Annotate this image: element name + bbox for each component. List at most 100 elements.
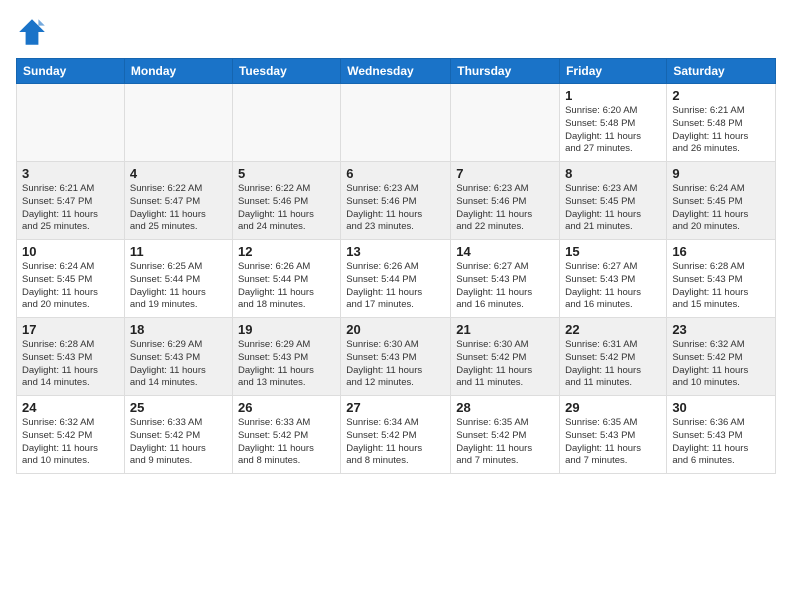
calendar-day-cell: 28 Sunrise: 6:35 AM Sunset: 5:42 PM Dayli… xyxy=(451,396,560,474)
calendar-week-row: 17Sunrise: 6:28 AM Sunset: 5:43 PM Dayli… xyxy=(17,318,776,396)
header xyxy=(16,16,776,48)
calendar-day-cell: 29Sunrise: 6:35 AM Sunset: 5:43 PM Dayli… xyxy=(560,396,667,474)
calendar-day-cell: 15 Sunrise: 6:27 AM Sunset: 5:43 PM Dayli… xyxy=(560,240,667,318)
calendar-day-cell xyxy=(17,84,125,162)
calendar-day-cell: 10 Sunrise: 6:24 AM Sunset: 5:45 PM Dayli… xyxy=(17,240,125,318)
day-number: 3 xyxy=(22,166,119,181)
day-number: 18 xyxy=(130,322,227,337)
day-info: Sunrise: 6:35 AM Sunset: 5:43 PM Dayligh… xyxy=(565,417,661,468)
day-info: Sunrise: 6:21 AM Sunset: 5:47 PM Dayligh… xyxy=(22,183,119,234)
day-info: Sunrise: 6:24 AM Sunset: 5:45 PM Dayligh… xyxy=(22,261,119,312)
day-info: Sunrise: 6:31 AM Sunset: 5:42 PM Dayligh… xyxy=(565,339,661,390)
day-number: 28 xyxy=(456,400,554,415)
page: SundayMondayTuesdayWednesdayThursdayFrid… xyxy=(0,0,792,612)
day-number: 12 xyxy=(238,244,335,259)
calendar-day-header: Wednesday xyxy=(341,59,451,84)
day-info: Sunrise: 6:28 AM Sunset: 5:43 PM Dayligh… xyxy=(22,339,119,390)
calendar-day-header: Friday xyxy=(560,59,667,84)
day-info: Sunrise: 6:22 AM Sunset: 5:47 PM Dayligh… xyxy=(130,183,227,234)
day-info: Sunrise: 6:35 AM Sunset: 5:42 PM Dayligh… xyxy=(456,417,554,468)
calendar-day-cell: 2 Sunrise: 6:21 AM Sunset: 5:48 PM Daylig… xyxy=(667,84,776,162)
day-number: 6 xyxy=(346,166,445,181)
day-number: 27 xyxy=(346,400,445,415)
calendar-week-row: 24 Sunrise: 6:32 AM Sunset: 5:42 PM Dayli… xyxy=(17,396,776,474)
calendar-day-cell: 21 Sunrise: 6:30 AM Sunset: 5:42 PM Dayli… xyxy=(451,318,560,396)
day-info: Sunrise: 6:23 AM Sunset: 5:46 PM Dayligh… xyxy=(456,183,554,234)
calendar-day-cell xyxy=(232,84,340,162)
calendar-day-header: Sunday xyxy=(17,59,125,84)
day-info: Sunrise: 6:34 AM Sunset: 5:42 PM Dayligh… xyxy=(346,417,445,468)
day-number: 14 xyxy=(456,244,554,259)
calendar-day-header: Tuesday xyxy=(232,59,340,84)
logo-icon xyxy=(16,16,48,48)
day-number: 15 xyxy=(565,244,661,259)
day-info: Sunrise: 6:24 AM Sunset: 5:45 PM Dayligh… xyxy=(672,183,770,234)
day-number: 19 xyxy=(238,322,335,337)
day-info: Sunrise: 6:27 AM Sunset: 5:43 PM Dayligh… xyxy=(456,261,554,312)
day-info: Sunrise: 6:21 AM Sunset: 5:48 PM Dayligh… xyxy=(672,105,770,156)
calendar-day-cell: 18 Sunrise: 6:29 AM Sunset: 5:43 PM Dayli… xyxy=(124,318,232,396)
calendar-day-cell: 26Sunrise: 6:33 AM Sunset: 5:42 PM Dayli… xyxy=(232,396,340,474)
calendar-day-cell: 23 Sunrise: 6:32 AM Sunset: 5:42 PM Dayli… xyxy=(667,318,776,396)
calendar-day-cell: 5 Sunrise: 6:22 AM Sunset: 5:46 PM Daylig… xyxy=(232,162,340,240)
day-info: Sunrise: 6:29 AM Sunset: 5:43 PM Dayligh… xyxy=(238,339,335,390)
calendar-day-cell: 17Sunrise: 6:28 AM Sunset: 5:43 PM Dayli… xyxy=(17,318,125,396)
day-number: 10 xyxy=(22,244,119,259)
calendar-day-cell: 4 Sunrise: 6:22 AM Sunset: 5:47 PM Daylig… xyxy=(124,162,232,240)
day-info: Sunrise: 6:30 AM Sunset: 5:42 PM Dayligh… xyxy=(456,339,554,390)
day-info: Sunrise: 6:27 AM Sunset: 5:43 PM Dayligh… xyxy=(565,261,661,312)
day-number: 30 xyxy=(672,400,770,415)
calendar-day-cell: 12 Sunrise: 6:26 AM Sunset: 5:44 PM Dayli… xyxy=(232,240,340,318)
day-info: Sunrise: 6:20 AM Sunset: 5:48 PM Dayligh… xyxy=(565,105,661,156)
calendar-day-cell: 11 Sunrise: 6:25 AM Sunset: 5:44 PM Dayli… xyxy=(124,240,232,318)
calendar-day-header: Monday xyxy=(124,59,232,84)
calendar-header-row: SundayMondayTuesdayWednesdayThursdayFrid… xyxy=(17,59,776,84)
day-info: Sunrise: 6:26 AM Sunset: 5:44 PM Dayligh… xyxy=(238,261,335,312)
day-number: 23 xyxy=(672,322,770,337)
day-info: Sunrise: 6:32 AM Sunset: 5:42 PM Dayligh… xyxy=(22,417,119,468)
calendar-day-cell: 3 Sunrise: 6:21 AM Sunset: 5:47 PM Daylig… xyxy=(17,162,125,240)
calendar-day-cell: 25Sunrise: 6:33 AM Sunset: 5:42 PM Dayli… xyxy=(124,396,232,474)
calendar-day-cell: 6 Sunrise: 6:23 AM Sunset: 5:46 PM Daylig… xyxy=(341,162,451,240)
calendar-day-cell: 24 Sunrise: 6:32 AM Sunset: 5:42 PM Dayli… xyxy=(17,396,125,474)
day-number: 8 xyxy=(565,166,661,181)
calendar-day-cell: 19 Sunrise: 6:29 AM Sunset: 5:43 PM Dayli… xyxy=(232,318,340,396)
day-info: Sunrise: 6:30 AM Sunset: 5:43 PM Dayligh… xyxy=(346,339,445,390)
day-number: 21 xyxy=(456,322,554,337)
calendar-day-cell: 14 Sunrise: 6:27 AM Sunset: 5:43 PM Dayli… xyxy=(451,240,560,318)
day-number: 4 xyxy=(130,166,227,181)
day-number: 22 xyxy=(565,322,661,337)
day-number: 2 xyxy=(672,88,770,103)
calendar-week-row: 1Sunrise: 6:20 AM Sunset: 5:48 PM Daylig… xyxy=(17,84,776,162)
calendar-week-row: 3 Sunrise: 6:21 AM Sunset: 5:47 PM Daylig… xyxy=(17,162,776,240)
calendar-day-cell: 22 Sunrise: 6:31 AM Sunset: 5:42 PM Dayli… xyxy=(560,318,667,396)
calendar-day-cell xyxy=(341,84,451,162)
day-number: 11 xyxy=(130,244,227,259)
calendar-day-cell: 7 Sunrise: 6:23 AM Sunset: 5:46 PM Daylig… xyxy=(451,162,560,240)
calendar-day-cell: 20 Sunrise: 6:30 AM Sunset: 5:43 PM Dayli… xyxy=(341,318,451,396)
day-info: Sunrise: 6:22 AM Sunset: 5:46 PM Dayligh… xyxy=(238,183,335,234)
calendar-day-cell xyxy=(451,84,560,162)
day-info: Sunrise: 6:23 AM Sunset: 5:46 PM Dayligh… xyxy=(346,183,445,234)
day-number: 20 xyxy=(346,322,445,337)
day-info: Sunrise: 6:25 AM Sunset: 5:44 PM Dayligh… xyxy=(130,261,227,312)
day-number: 24 xyxy=(22,400,119,415)
day-info: Sunrise: 6:32 AM Sunset: 5:42 PM Dayligh… xyxy=(672,339,770,390)
day-number: 9 xyxy=(672,166,770,181)
day-info: Sunrise: 6:36 AM Sunset: 5:43 PM Dayligh… xyxy=(672,417,770,468)
day-number: 5 xyxy=(238,166,335,181)
day-number: 26 xyxy=(238,400,335,415)
day-number: 16 xyxy=(672,244,770,259)
calendar-day-header: Thursday xyxy=(451,59,560,84)
day-info: Sunrise: 6:33 AM Sunset: 5:42 PM Dayligh… xyxy=(130,417,227,468)
calendar-day-cell: 13Sunrise: 6:26 AM Sunset: 5:44 PM Dayli… xyxy=(341,240,451,318)
calendar-week-row: 10 Sunrise: 6:24 AM Sunset: 5:45 PM Dayli… xyxy=(17,240,776,318)
day-info: Sunrise: 6:26 AM Sunset: 5:44 PM Dayligh… xyxy=(346,261,445,312)
day-info: Sunrise: 6:29 AM Sunset: 5:43 PM Dayligh… xyxy=(130,339,227,390)
calendar-day-cell xyxy=(124,84,232,162)
day-info: Sunrise: 6:28 AM Sunset: 5:43 PM Dayligh… xyxy=(672,261,770,312)
calendar-table: SundayMondayTuesdayWednesdayThursdayFrid… xyxy=(16,58,776,474)
day-number: 7 xyxy=(456,166,554,181)
calendar-day-cell: 9 Sunrise: 6:24 AM Sunset: 5:45 PM Daylig… xyxy=(667,162,776,240)
calendar-day-cell: 1Sunrise: 6:20 AM Sunset: 5:48 PM Daylig… xyxy=(560,84,667,162)
